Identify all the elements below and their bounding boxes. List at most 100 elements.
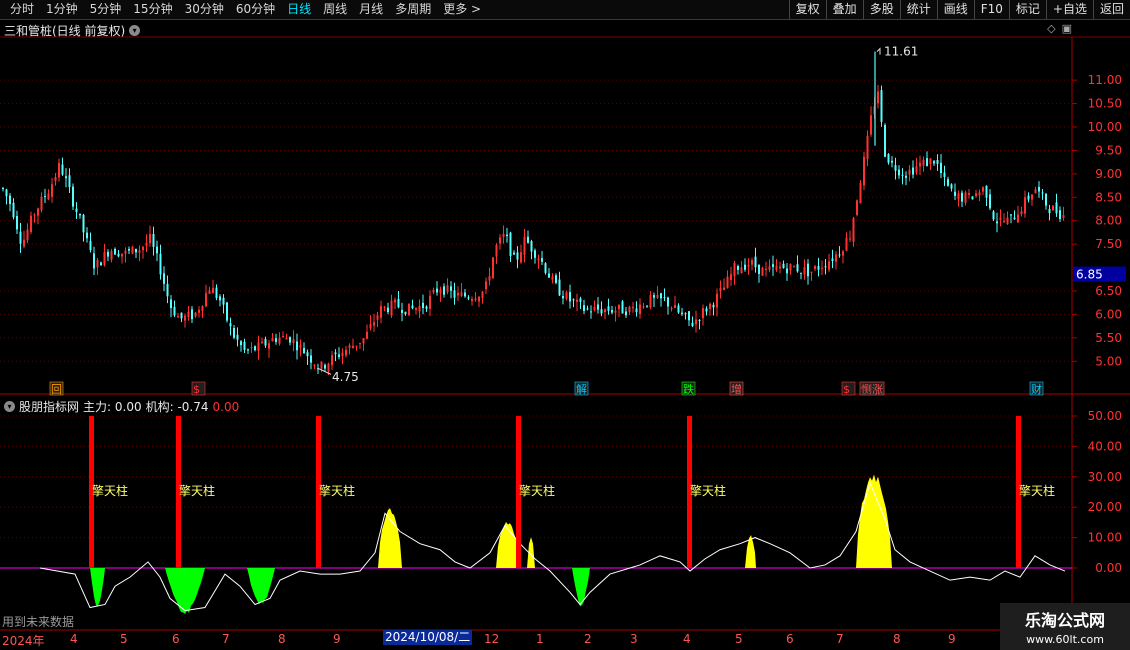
candle-body (149, 233, 151, 244)
candle-body (338, 354, 340, 357)
pillar-label: 擎天柱 (690, 483, 726, 498)
candle-body (502, 233, 505, 237)
candle-body (880, 90, 883, 122)
candle-body (107, 251, 109, 257)
candle-body (695, 319, 697, 325)
time-axis-label: 9 (333, 632, 341, 646)
candle-body (509, 232, 512, 257)
candle-body (828, 261, 830, 270)
candle-body (460, 292, 463, 296)
candle-body (478, 296, 480, 302)
green-area (247, 568, 275, 605)
candle-body (40, 196, 43, 211)
candle-body (772, 264, 774, 267)
candle-body (408, 303, 410, 316)
candle-body (397, 298, 400, 308)
candle-body (117, 253, 120, 257)
candle-body (495, 244, 498, 257)
yellow-area (378, 508, 402, 568)
candle-body (908, 169, 911, 175)
price-tick-label: 11.00 (1088, 73, 1122, 87)
candle-body (929, 158, 932, 165)
candle-body (131, 246, 134, 254)
pillar-label: 擎天柱 (519, 483, 555, 498)
candle-body (299, 344, 302, 348)
candle-body (138, 250, 141, 253)
candle-body (198, 309, 200, 313)
price-chart[interactable]: 11.0010.5010.009.509.008.508.007.506.506… (0, 0, 1130, 650)
candle-body (548, 273, 550, 278)
candle-body (663, 297, 666, 299)
candle-body (971, 196, 974, 200)
candle-body (485, 281, 487, 290)
price-tick-label: 6.50 (1095, 284, 1122, 298)
candle-body (856, 200, 858, 215)
price-tick-label: 5.50 (1095, 331, 1122, 345)
candle-body (65, 176, 67, 179)
candle-body (691, 322, 694, 327)
candle-body (604, 309, 606, 312)
candle-body (824, 266, 827, 268)
candle-body (814, 266, 816, 269)
institution-value: 机构: -0.74 (145, 400, 209, 414)
candle-body (278, 337, 281, 344)
candle-body (835, 254, 837, 262)
candle-body (72, 186, 74, 207)
candle-body (180, 312, 183, 319)
candle-body (863, 156, 865, 186)
candle-body (205, 293, 207, 307)
candle-body (586, 308, 589, 310)
candle-body (439, 289, 442, 294)
candle-body (950, 184, 953, 189)
candle-body (1006, 217, 1009, 224)
candle-body (201, 305, 204, 312)
candle-body (359, 343, 361, 345)
candle-body (68, 175, 71, 187)
watermark-url: www.60lt.com (1026, 633, 1104, 646)
candle-body (418, 306, 421, 312)
candle-body (320, 361, 323, 369)
time-axis-label: 4 (683, 632, 691, 646)
candle-body (912, 167, 914, 175)
candle-body (954, 191, 956, 197)
current-price-text: 6.85 (1076, 268, 1103, 282)
indicator-tick-label: 40.00 (1088, 439, 1122, 453)
candle-body (625, 311, 627, 316)
candle-body (61, 164, 64, 175)
candle-body (992, 211, 995, 220)
low-price-label: 4.75 (332, 370, 359, 384)
candle-body (740, 267, 743, 274)
candle-body (163, 273, 165, 284)
candle-body (1062, 215, 1065, 219)
candle-body (845, 237, 848, 251)
time-axis-label: 9 (948, 632, 956, 646)
candle-body (327, 363, 330, 372)
candle-body (271, 338, 274, 342)
candle-body (901, 174, 904, 176)
candle-body (44, 195, 46, 197)
candle-body (1041, 192, 1044, 194)
candle-body (534, 250, 536, 258)
candle-body (744, 264, 746, 270)
event-marker-label: 解 (576, 382, 587, 396)
candle-body (54, 177, 57, 182)
candle-body (89, 240, 92, 251)
candle-body (86, 232, 88, 239)
candle-body (611, 309, 613, 313)
indicator-menu-icon[interactable]: ▾ (4, 401, 15, 412)
candle-body (688, 311, 690, 321)
candle-body (425, 306, 428, 309)
candle-body (537, 258, 540, 261)
price-tick-label: 9.00 (1095, 167, 1122, 181)
candle-body (446, 285, 449, 293)
watermark-title: 乐淘公式网 (1024, 611, 1105, 630)
candle-body (289, 337, 291, 343)
candle-body (838, 254, 841, 256)
candle-body (894, 165, 897, 171)
candle-body (597, 304, 599, 310)
candle-body (236, 334, 239, 340)
candle-body (282, 335, 284, 337)
candle-body (348, 345, 351, 348)
candle-body (551, 276, 554, 280)
candle-body (754, 256, 757, 268)
